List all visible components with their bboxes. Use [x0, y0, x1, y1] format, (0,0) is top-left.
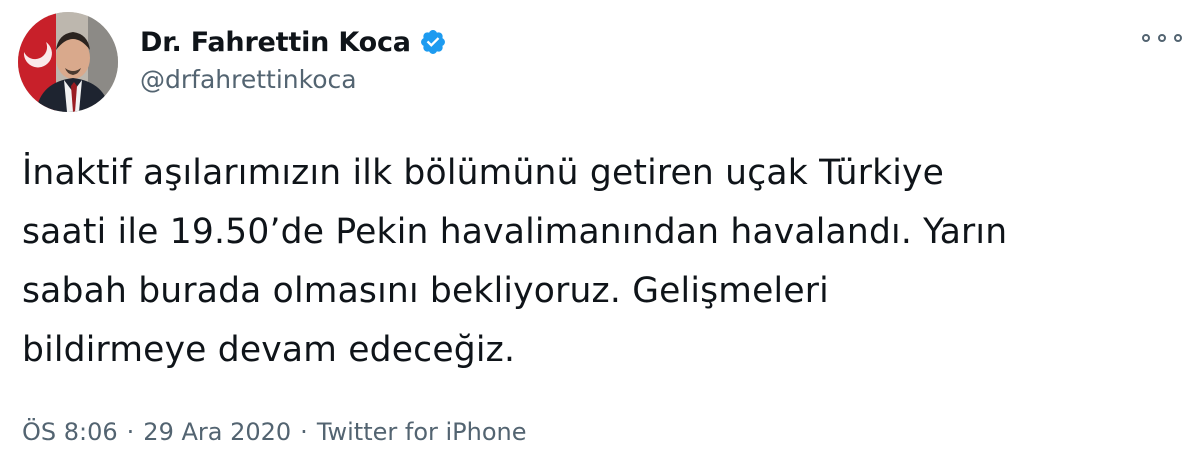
tweet-text: İnaktif aşılarımızın ilk bölümünü getire…	[22, 144, 1172, 380]
verified-badge-icon	[419, 28, 447, 56]
name-row: Dr. Fahrettin Koca	[140, 24, 447, 60]
tweet-text-line: bildirmeye devam edeceğiz.	[22, 330, 516, 370]
meta-separator: ·	[126, 418, 135, 446]
meta-separator: ·	[300, 418, 308, 446]
tweet-text-line: İnaktif aşılarımızın ilk bölümünü getire…	[22, 153, 945, 193]
author-header: Dr. Fahrettin Koca @drfahrettinkoca	[140, 24, 447, 94]
tweet-text-line: sabah burada olmasını bekliyoruz. Gelişm…	[22, 271, 829, 311]
more-dot	[1174, 34, 1182, 42]
tweet-meta: ÖS 8:06 · 29 Ara 2020 · Twitter for iPho…	[22, 418, 527, 446]
tweet-text-line: saati ile 19.50’de Pekin havalimanından …	[22, 212, 1008, 252]
tweet-date[interactable]: 29 Ara 2020	[143, 418, 291, 446]
tweet-time[interactable]: ÖS 8:06	[22, 418, 118, 446]
avatar-image	[18, 12, 118, 112]
tweet-source[interactable]: Twitter for iPhone	[317, 418, 527, 446]
avatar[interactable]	[18, 12, 118, 112]
more-dot	[1142, 34, 1150, 42]
more-dot	[1158, 34, 1166, 42]
author-handle[interactable]: @drfahrettinkoca	[140, 65, 447, 94]
tweet-card: Dr. Fahrettin Koca @drfahrettinkoca İnak…	[0, 0, 1200, 466]
more-options-icon[interactable]	[1142, 28, 1182, 48]
author-display-name[interactable]: Dr. Fahrettin Koca	[140, 27, 411, 58]
